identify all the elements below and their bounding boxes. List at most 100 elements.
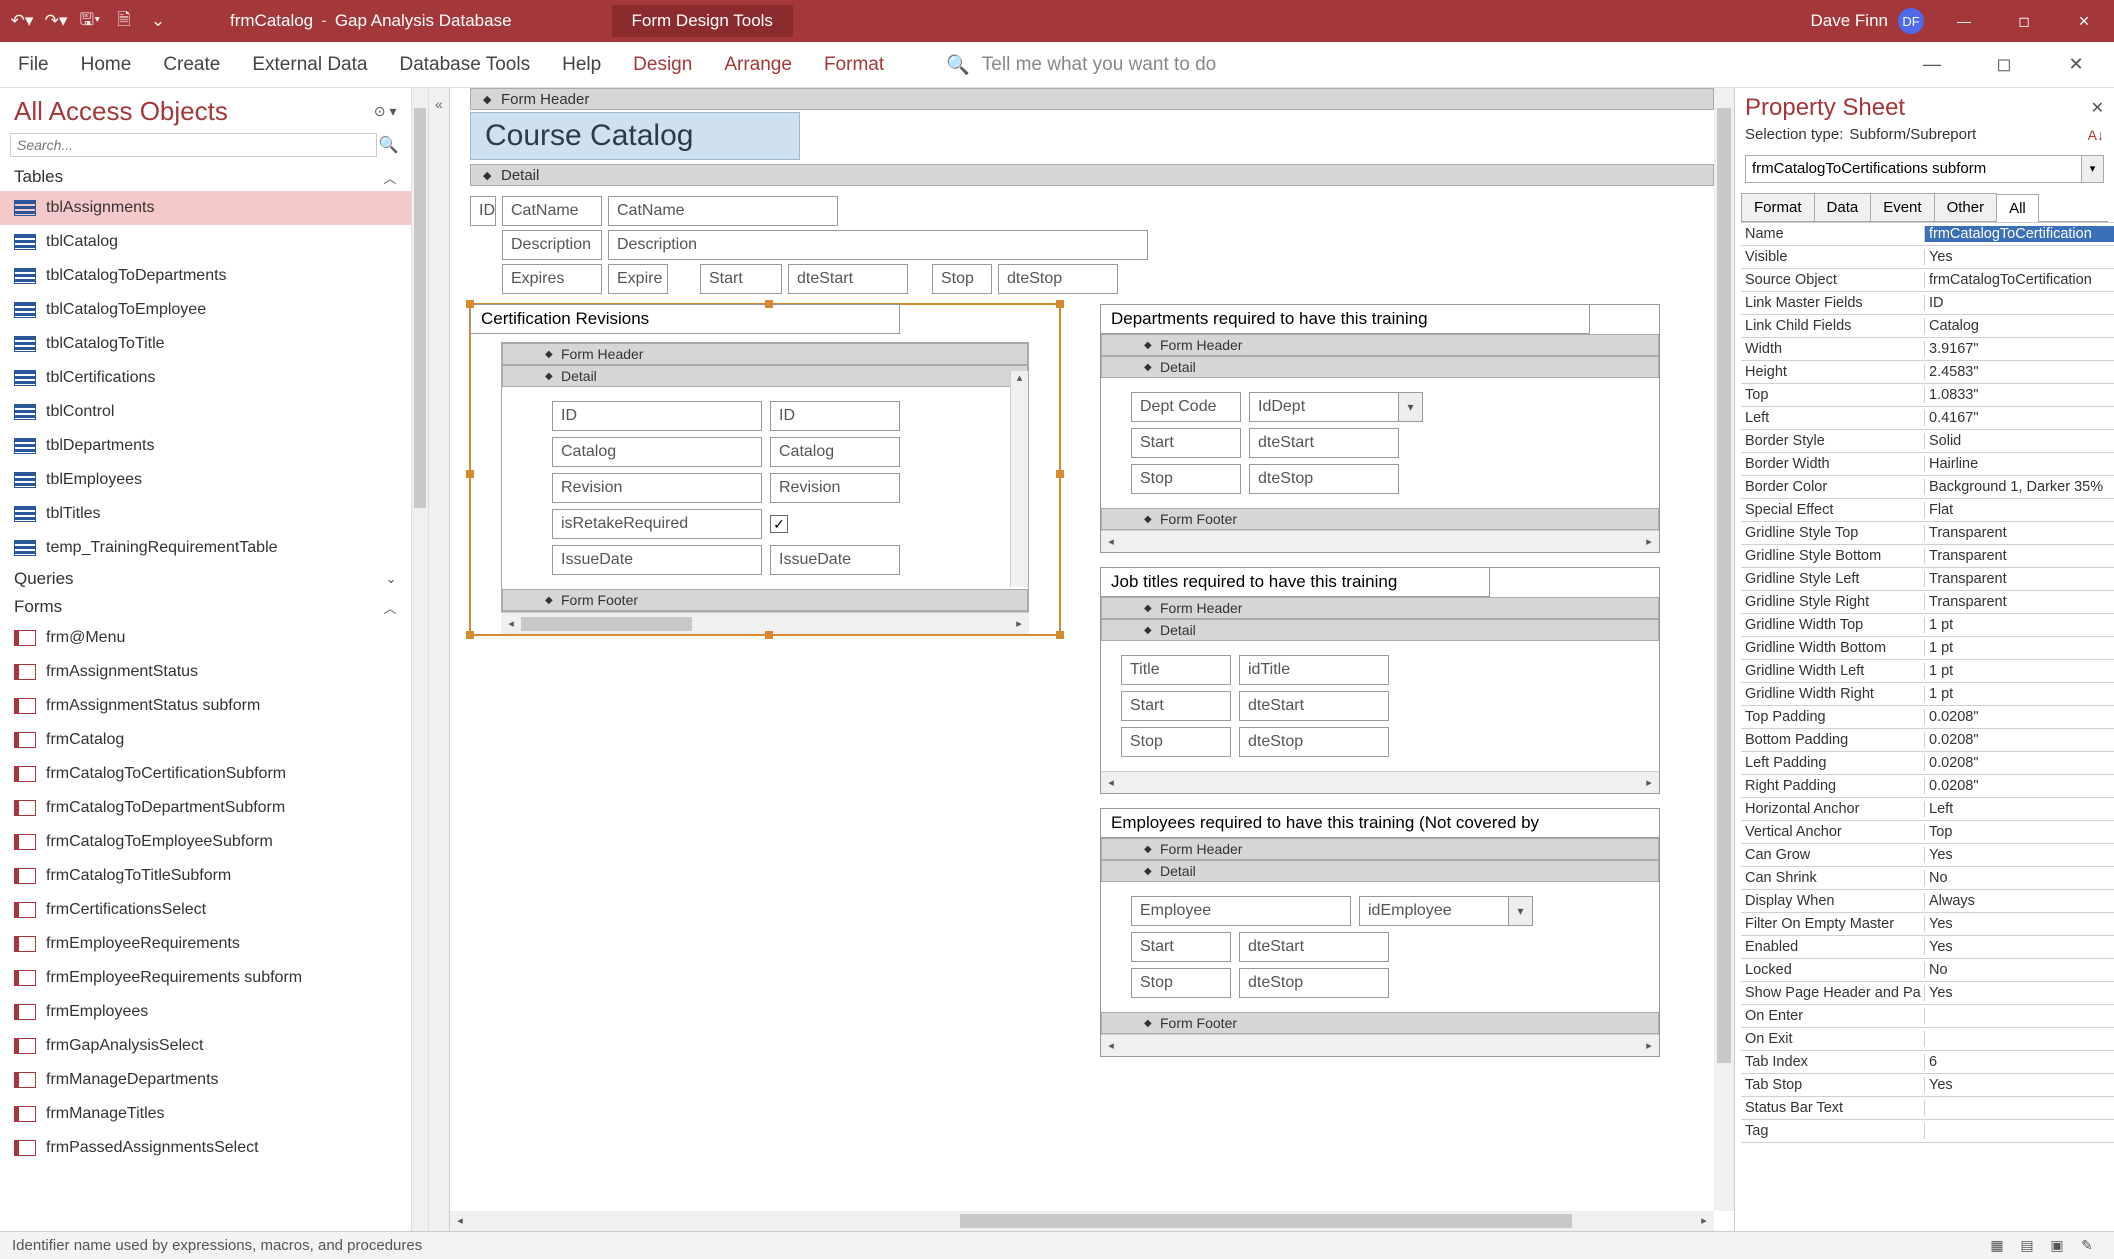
field-label[interactable]: Title [1121, 655, 1231, 685]
property-row[interactable]: Tab StopYes [1741, 1074, 2114, 1097]
property-row[interactable]: Right Padding0.0208" [1741, 775, 2114, 798]
nav-item-form[interactable]: frmGapAnalysisSelect [0, 1029, 411, 1063]
ribbon-minimize-button[interactable]: — [1912, 54, 1952, 75]
property-value[interactable]: Yes [1925, 916, 2114, 932]
tab-home[interactable]: Home [81, 54, 132, 76]
nav-item-form[interactable]: frmCatalogToCertificationSubform [0, 757, 411, 791]
group-forms[interactable]: Forms ︿ [0, 593, 411, 621]
nav-item-table[interactable]: temp_TrainingRequirementTable [0, 531, 411, 565]
redo-icon[interactable]: ↷▾ [44, 11, 68, 31]
textbox-control[interactable]: ID [770, 401, 900, 431]
field-label[interactable]: Employee [1131, 896, 1351, 926]
dept-section-detail[interactable]: Detail [1101, 356, 1659, 378]
property-value[interactable]: 0.0208" [1925, 709, 2114, 725]
property-value[interactable]: 0.0208" [1925, 778, 2114, 794]
dept-section-form-footer[interactable]: Form Footer [1101, 508, 1659, 530]
save-icon[interactable]: 🖫▾ [78, 7, 102, 36]
chevron-down-icon[interactable]: ▾ [2082, 155, 2104, 183]
property-row[interactable]: LockedNo [1741, 959, 2114, 982]
property-row[interactable]: VisibleYes [1741, 246, 2114, 269]
property-row[interactable]: Gridline Style RightTransparent [1741, 591, 2114, 614]
property-value[interactable]: ID [1925, 295, 2114, 311]
field-label[interactable]: Stop [1121, 727, 1231, 757]
textbox-start[interactable]: dteStart [788, 264, 908, 294]
textbox-control[interactable]: IssueDate [770, 545, 900, 575]
property-row[interactable]: Border StyleSolid [1741, 430, 2114, 453]
nav-collapse-button[interactable]: « [428, 88, 449, 1231]
property-value[interactable]: Catalog [1925, 318, 2114, 334]
property-value[interactable]: frmCatalogToCertification [1925, 272, 2114, 288]
property-row[interactable]: Left Padding0.0208" [1741, 752, 2114, 775]
property-value[interactable]: Yes [1925, 847, 2114, 863]
field-label[interactable]: Start [1131, 932, 1231, 962]
property-row[interactable]: Link Child FieldsCatalog [1741, 315, 2114, 338]
label-expires[interactable]: Expires [502, 264, 602, 294]
nav-item-form[interactable]: frmEmployeeRequirements subform [0, 961, 411, 995]
nav-item-form[interactable]: frmAssignmentStatus [0, 655, 411, 689]
field-label[interactable]: Start [1131, 428, 1241, 458]
label-description[interactable]: Description [502, 230, 602, 260]
canvas-scrollbar-h[interactable]: ◂▸ [450, 1211, 1714, 1231]
property-row[interactable]: On Enter [1741, 1005, 2114, 1028]
textbox-control[interactable]: dteStop [1239, 968, 1389, 998]
property-row[interactable]: Link Master FieldsID [1741, 292, 2114, 315]
nav-item-table[interactable]: tblCatalogToDepartments [0, 259, 411, 293]
subform-title-title[interactable]: Job titles required to have this trainin… [1100, 567, 1490, 597]
property-row[interactable]: Display WhenAlways [1741, 890, 2114, 913]
property-row[interactable]: Top1.0833" [1741, 384, 2114, 407]
property-value[interactable]: Left [1925, 801, 2114, 817]
property-value[interactable]: No [1925, 870, 2114, 886]
property-row[interactable]: Tag [1741, 1120, 2114, 1143]
dept-scrollbar-h[interactable]: ◂▸ [1101, 530, 1659, 552]
property-value[interactable]: frmCatalogToCertification [1925, 226, 2114, 242]
property-value[interactable]: Flat [1925, 502, 2114, 518]
property-value[interactable]: 2.4583" [1925, 364, 2114, 380]
tab-external-data[interactable]: External Data [252, 54, 367, 76]
view-layout-button[interactable]: ▣ [2042, 1237, 2072, 1254]
property-tab[interactable]: Other [1934, 193, 1998, 221]
property-value[interactable]: Transparent [1925, 571, 2114, 587]
view-datasheet-button[interactable]: ▤ [2012, 1237, 2042, 1254]
nav-title[interactable]: All Access Objects [14, 96, 374, 127]
subform-titles[interactable]: Job titles required to have this trainin… [1100, 567, 1660, 794]
label-start[interactable]: Start [700, 264, 782, 294]
tell-me-search[interactable]: 🔍 Tell me what you want to do [946, 53, 1216, 77]
tab-database-tools[interactable]: Database Tools [399, 54, 530, 76]
property-value[interactable]: Yes [1925, 1077, 2114, 1093]
property-row[interactable]: Horizontal AnchorLeft [1741, 798, 2114, 821]
property-row[interactable]: Special EffectFlat [1741, 499, 2114, 522]
checkbox-control[interactable]: ✓ [770, 515, 788, 533]
property-value[interactable]: 0.0208" [1925, 755, 2114, 771]
title-section-detail[interactable]: Detail [1101, 619, 1659, 641]
field-label[interactable]: Stop [1131, 968, 1231, 998]
subform-emp-title[interactable]: Employees required to have this training… [1100, 808, 1660, 838]
textbox-control[interactable]: Catalog [770, 437, 900, 467]
preview-icon[interactable]: 🗎 [112, 7, 136, 36]
form-design-surface[interactable]: Form Header Course Catalog Detail ID Cat… [450, 88, 1734, 1231]
property-row[interactable]: Gridline Style TopTransparent [1741, 522, 2114, 545]
property-value[interactable]: Solid [1925, 433, 2114, 449]
nav-item-form[interactable]: frm@Menu [0, 621, 411, 655]
nav-scrollbar[interactable] [411, 88, 428, 1231]
section-form-header[interactable]: Form Header [470, 88, 1714, 110]
nav-item-table[interactable]: tblDepartments [0, 429, 411, 463]
subform-certifications[interactable]: Certification Revisions Form Header Deta… [470, 304, 1060, 635]
property-tab[interactable]: All [1996, 194, 2039, 222]
property-value[interactable]: 1 pt [1925, 686, 2114, 702]
subform-departments[interactable]: Departments required to have this traini… [1100, 304, 1660, 553]
nav-item-form[interactable]: frmManageTitles [0, 1097, 411, 1131]
property-row[interactable]: Filter On Empty MasterYes [1741, 913, 2114, 936]
property-row[interactable]: Show Page Header and PaYes [1741, 982, 2114, 1005]
property-value[interactable]: No [1925, 962, 2114, 978]
view-design-button[interactable]: ▦ [1982, 1237, 2012, 1254]
nav-item-form[interactable]: frmManageDepartments [0, 1063, 411, 1097]
property-row[interactable]: Height2.4583" [1741, 361, 2114, 384]
subform-cert-title[interactable]: Certification Revisions [470, 304, 900, 334]
emp-section-form-header[interactable]: Form Header [1101, 838, 1659, 860]
property-row[interactable]: Width3.9167" [1741, 338, 2114, 361]
nav-item-form[interactable]: frmEmployeeRequirements [0, 927, 411, 961]
nav-item-form[interactable]: frmCatalogToDepartmentSubform [0, 791, 411, 825]
nav-item-form[interactable]: frmEmployees [0, 995, 411, 1029]
nav-item-form[interactable]: frmAssignmentStatus subform [0, 689, 411, 723]
field-label[interactable]: isRetakeRequired [552, 509, 762, 539]
